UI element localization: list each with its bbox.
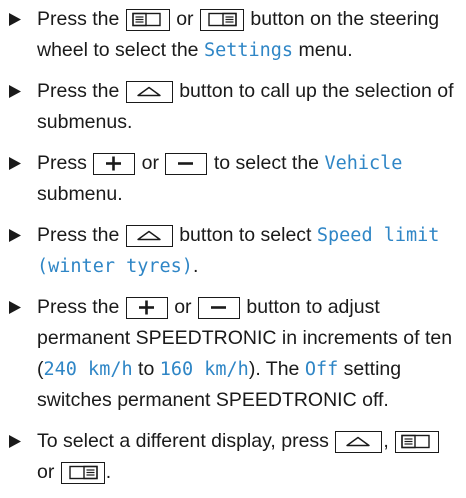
triangle-right-icon [9, 76, 23, 107]
display-left-icon [127, 10, 169, 29]
display-left-button [125, 9, 170, 31]
step-text: or [37, 461, 60, 483]
step-text: Press the [37, 224, 125, 246]
instruction-list: Press the or button on the steer­ing whe… [7, 4, 462, 498]
display-right-button [199, 9, 244, 31]
back-button [125, 225, 173, 247]
minus-button [197, 297, 240, 319]
back-arrow-icon [336, 432, 381, 451]
instruction-step: Press the button to select Speed limit (… [7, 220, 462, 282]
instruction-step: To select a different display, press , o… [7, 426, 462, 488]
back-button [125, 81, 173, 103]
triangle-right-icon [9, 426, 23, 457]
back-arrow-icon [127, 226, 172, 245]
step-text: . [105, 461, 112, 483]
step-text: or [170, 8, 199, 30]
step-text: menu. [293, 39, 353, 61]
step-text: button to select [173, 224, 317, 246]
step-text: Press the [37, 296, 125, 318]
back-arrow-icon [127, 82, 172, 101]
instruction-step: Press the or button to adjust permanent … [7, 292, 462, 416]
highlighted-term: 160 km/h [159, 359, 249, 380]
step-text: To select a different display, press [37, 430, 335, 452]
back-button [335, 431, 383, 453]
plus-button [125, 297, 168, 319]
plus-button [93, 153, 136, 175]
step-text: Press [37, 152, 93, 174]
step-text: to select the [208, 152, 325, 174]
step-text: or [168, 296, 197, 318]
display-right-icon [62, 463, 104, 482]
instruction-step: Press the button to call up the selec­ti… [7, 76, 462, 138]
step-text: . [192, 255, 199, 277]
step-text: Press the [37, 80, 125, 102]
plus-icon [94, 154, 134, 173]
step-text: ). The [248, 358, 305, 380]
minus-icon [199, 298, 239, 317]
highlighted-term: Settings [203, 40, 294, 61]
highlighted-term: Off [304, 359, 339, 380]
step-text: or [136, 152, 165, 174]
minus-icon [166, 154, 206, 173]
triangle-right-icon [9, 292, 23, 323]
display-left-button [395, 431, 440, 453]
step-text: , [383, 430, 395, 452]
step-text: submenu. [37, 183, 123, 205]
highlighted-term: Vehicle [324, 153, 403, 174]
highlighted-term: 240 km/h [43, 359, 133, 380]
step-text: Press the [37, 8, 125, 30]
step-text: to [132, 358, 160, 380]
instruction-step: Press the or button on the steer­ing whe… [7, 4, 462, 66]
instruction-step: Press or to select the Vehicle submenu. [7, 148, 462, 210]
triangle-right-icon [9, 4, 23, 35]
triangle-right-icon [9, 148, 23, 179]
plus-icon [127, 298, 167, 317]
minus-button [165, 153, 208, 175]
display-right-icon [201, 10, 243, 29]
display-left-icon [396, 432, 438, 451]
triangle-right-icon [9, 220, 23, 251]
